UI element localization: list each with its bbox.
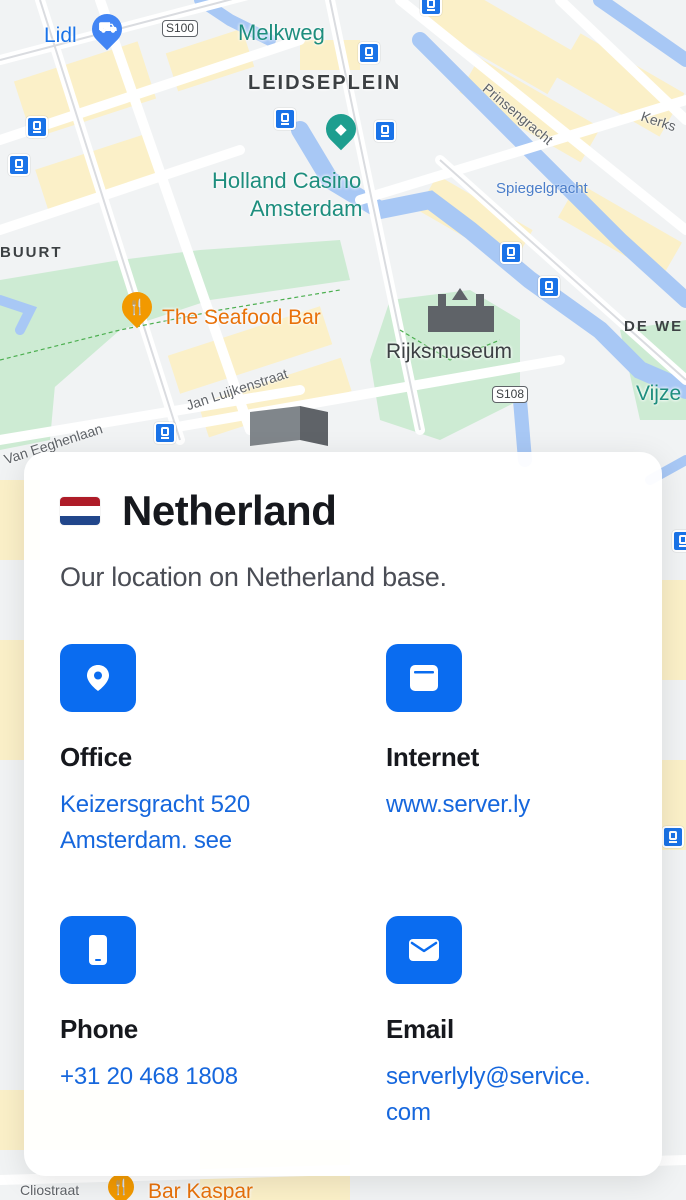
tram-stop-icon[interactable]	[538, 276, 560, 298]
email-address-line-2[interactable]: com	[386, 1095, 656, 1131]
road-shield-s108: S108	[492, 386, 529, 403]
map-label-lidl: Lidl	[44, 24, 77, 47]
email-address-line-1[interactable]: serverlyly@service.	[386, 1059, 656, 1095]
phone-title: Phone	[60, 1014, 138, 1044]
phone-number[interactable]: +31 20 468 1808	[60, 1059, 330, 1095]
tram-stop-icon[interactable]	[374, 120, 396, 142]
office-address-line-1[interactable]: Keizersgracht 520	[60, 787, 330, 823]
office-address[interactable]: Keizersgracht 520 Amsterdam. see	[60, 787, 330, 859]
email-item: Email serverlyly@service. com	[386, 916, 656, 1131]
office-item: Office Keizersgracht 520 Amsterdam. see	[60, 644, 330, 859]
location-card: Netherland Our location on Netherland ba…	[24, 452, 662, 1176]
flag-stripe-blue	[60, 515, 100, 525]
tram-stop-icon[interactable]	[672, 530, 686, 552]
card-subtitle: Our location on Netherland base.	[60, 562, 447, 592]
tram-stop-icon[interactable]	[358, 42, 380, 64]
map-street-cliostraat: Cliostraat	[20, 1182, 80, 1198]
location-pin-icon	[60, 644, 136, 712]
map-label-bar-kaspar: Bar Kaspar	[148, 1180, 254, 1200]
flag-stripe-white	[60, 506, 100, 516]
map-label-casino-2: Amsterdam	[250, 196, 363, 221]
office-address-line-2[interactable]: Amsterdam. see	[60, 823, 330, 859]
phone-item: Phone +31 20 468 1808	[60, 916, 330, 1095]
map-label-casino-1: Holland Casino	[212, 168, 362, 193]
internet-title: Internet	[386, 742, 479, 772]
road-shield-s100: S100	[162, 20, 199, 37]
card-header: Netherland	[60, 487, 626, 534]
tram-stop-icon[interactable]	[500, 242, 522, 264]
tram-stop-icon[interactable]	[26, 116, 48, 138]
map-label-vijze: Vijze	[636, 382, 682, 405]
tram-stop-icon[interactable]	[420, 0, 442, 16]
tram-stop-icon[interactable]	[154, 422, 176, 444]
map-label-buurt: BUURT	[0, 244, 63, 261]
map-label-melkweg: Melkweg	[238, 20, 325, 45]
card-title: Netherland	[122, 487, 337, 534]
office-title: Office	[60, 742, 132, 772]
email-title: Email	[386, 1014, 454, 1044]
map-label-spiegelgracht: Spiegelgracht	[496, 180, 588, 197]
email-address[interactable]: serverlyly@service. com	[386, 1059, 656, 1131]
internet-link[interactable]: www.server.ly	[386, 787, 656, 823]
flag-stripe-red	[60, 497, 100, 507]
netherlands-flag-icon	[60, 497, 100, 525]
map-label-seafood-bar: The Seafood Bar	[162, 306, 321, 329]
map-label-rijksmuseum: Rijksmuseum	[386, 340, 513, 363]
website-link[interactable]: www.server.ly	[386, 787, 656, 823]
phone-number-link[interactable]: +31 20 468 1808	[60, 1059, 330, 1095]
map-label-leidseplein: LEIDSEPLEIN	[248, 72, 402, 94]
tram-stop-icon[interactable]	[8, 154, 30, 176]
internet-item: Internet www.server.ly	[386, 644, 656, 823]
tram-stop-icon[interactable]	[274, 108, 296, 130]
browser-window-icon	[386, 644, 462, 712]
phone-icon	[60, 916, 136, 984]
envelope-icon	[386, 916, 462, 984]
tram-stop-icon[interactable]	[662, 826, 684, 848]
map-label-de-we: DE WE	[624, 318, 684, 335]
